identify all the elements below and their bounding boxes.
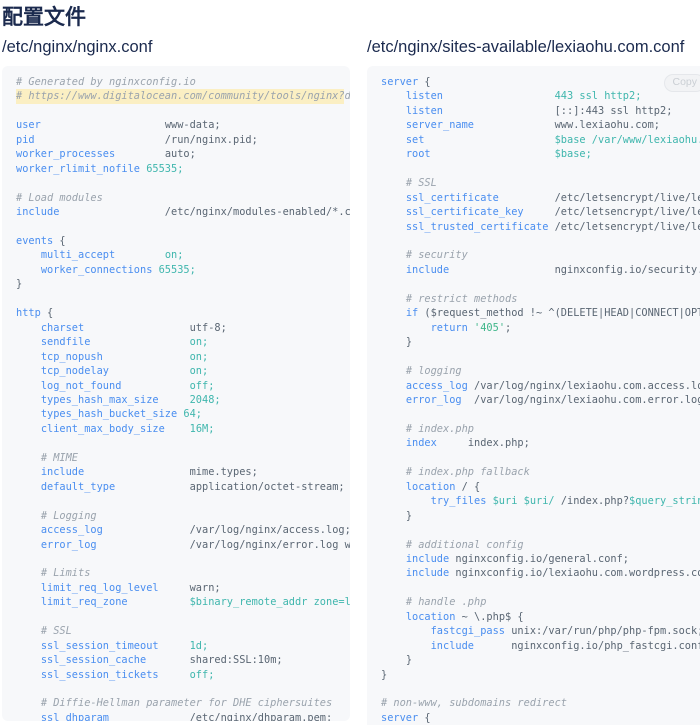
right-code-text: server { listen 443 ssl http2; listen [:…: [381, 76, 700, 724]
left-code-text: # Generated by nginxconfig.io # https://w…: [16, 76, 350, 721]
right-copy-button[interactable]: Copy: [664, 74, 700, 92]
config-columns: /etc/nginx/nginx.conf Copy # Generated b…: [0, 32, 700, 725]
config-files-page: 配置文件 /etc/nginx/nginx.conf Copy # Genera…: [0, 0, 700, 725]
left-code-block[interactable]: Copy # Generated by nginxconfig.io# http…: [2, 66, 350, 721]
right-code-block[interactable]: Copy server { listen 443 ssl http2; list…: [367, 66, 700, 725]
config-column-left: /etc/nginx/nginx.conf Copy # Generated b…: [2, 32, 350, 725]
right-file-path-heading: /etc/nginx/sites-available/lexiaohu.com.…: [367, 38, 685, 56]
left-file-path-heading: /etc/nginx/nginx.conf: [2, 38, 153, 56]
config-column-right: /etc/nginx/sites-available/lexiaohu.com.…: [367, 32, 700, 725]
page-title: 配置文件: [2, 5, 86, 29]
